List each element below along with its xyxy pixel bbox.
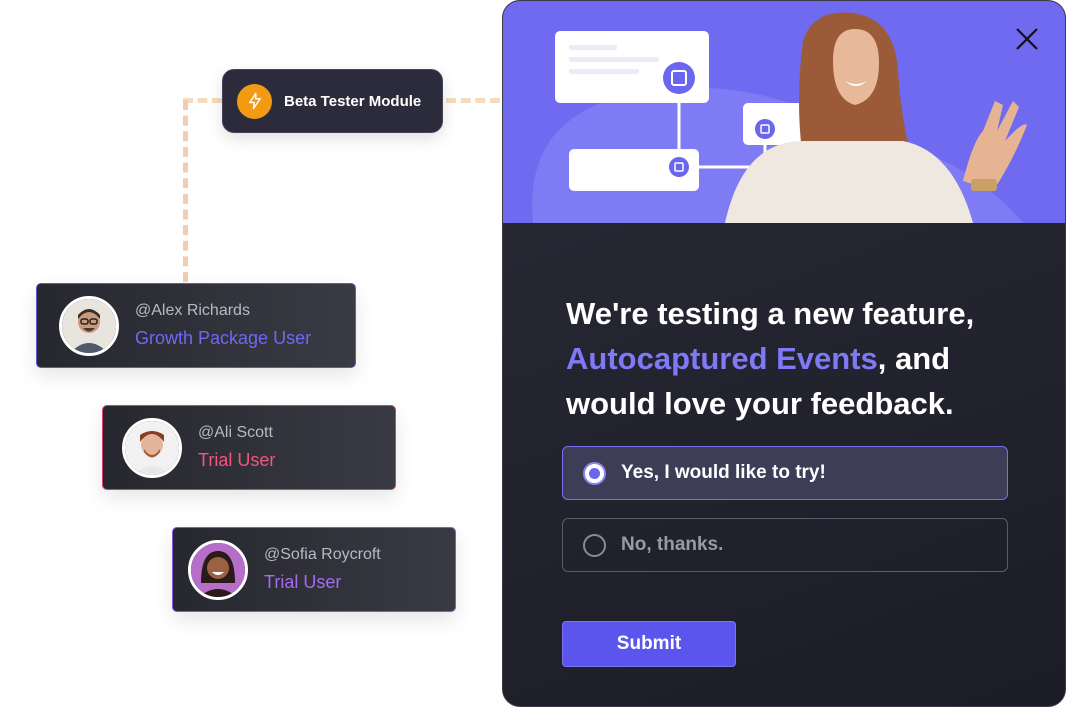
- popup-headline: We're testing a new feature, Autocapture…: [566, 291, 1026, 426]
- connector-line-vertical: [183, 100, 188, 282]
- avatar: [122, 417, 182, 478]
- feedback-popup: We're testing a new feature, Autocapture…: [502, 0, 1066, 707]
- avatar: [188, 539, 248, 600]
- avatar: [59, 295, 119, 356]
- user-handle: @Ali Scott: [198, 424, 273, 441]
- option-label: Yes, I would like to try!: [621, 462, 826, 483]
- user-card: @Ali Scott Trial User: [102, 405, 396, 490]
- close-icon: [1016, 28, 1038, 50]
- headline-text: We're testing a new feature,: [566, 296, 975, 331]
- radio-unselected[interactable]: [583, 533, 606, 557]
- feature-name: Autocaptured Events: [566, 341, 878, 376]
- beta-tester-module-badge: Beta Tester Module: [222, 69, 443, 133]
- user-role: Growth Package User: [135, 328, 312, 348]
- connector-line-left: [183, 98, 222, 103]
- module-label: Beta Tester Module: [284, 92, 422, 110]
- user-handle: @Sofia Roycroft: [264, 546, 381, 563]
- user-card: @Alex Richards Growth Package User: [36, 283, 356, 368]
- close-button[interactable]: [1013, 25, 1041, 53]
- option-no[interactable]: No, thanks.: [562, 518, 1008, 572]
- hero-illustration: [503, 1, 1065, 223]
- radio-selected[interactable]: [583, 461, 606, 485]
- user-role: Trial User: [264, 572, 342, 592]
- option-yes[interactable]: Yes, I would like to try!: [562, 446, 1008, 500]
- lightning-bolt-icon: [237, 83, 272, 119]
- option-label: No, thanks.: [621, 534, 724, 555]
- submit-button[interactable]: Submit: [562, 621, 736, 667]
- connector-line-right: [446, 98, 500, 103]
- user-role: Trial User: [198, 450, 276, 470]
- user-handle: @Alex Richards: [135, 302, 250, 319]
- user-card: @Sofia Roycroft Trial User: [172, 527, 456, 612]
